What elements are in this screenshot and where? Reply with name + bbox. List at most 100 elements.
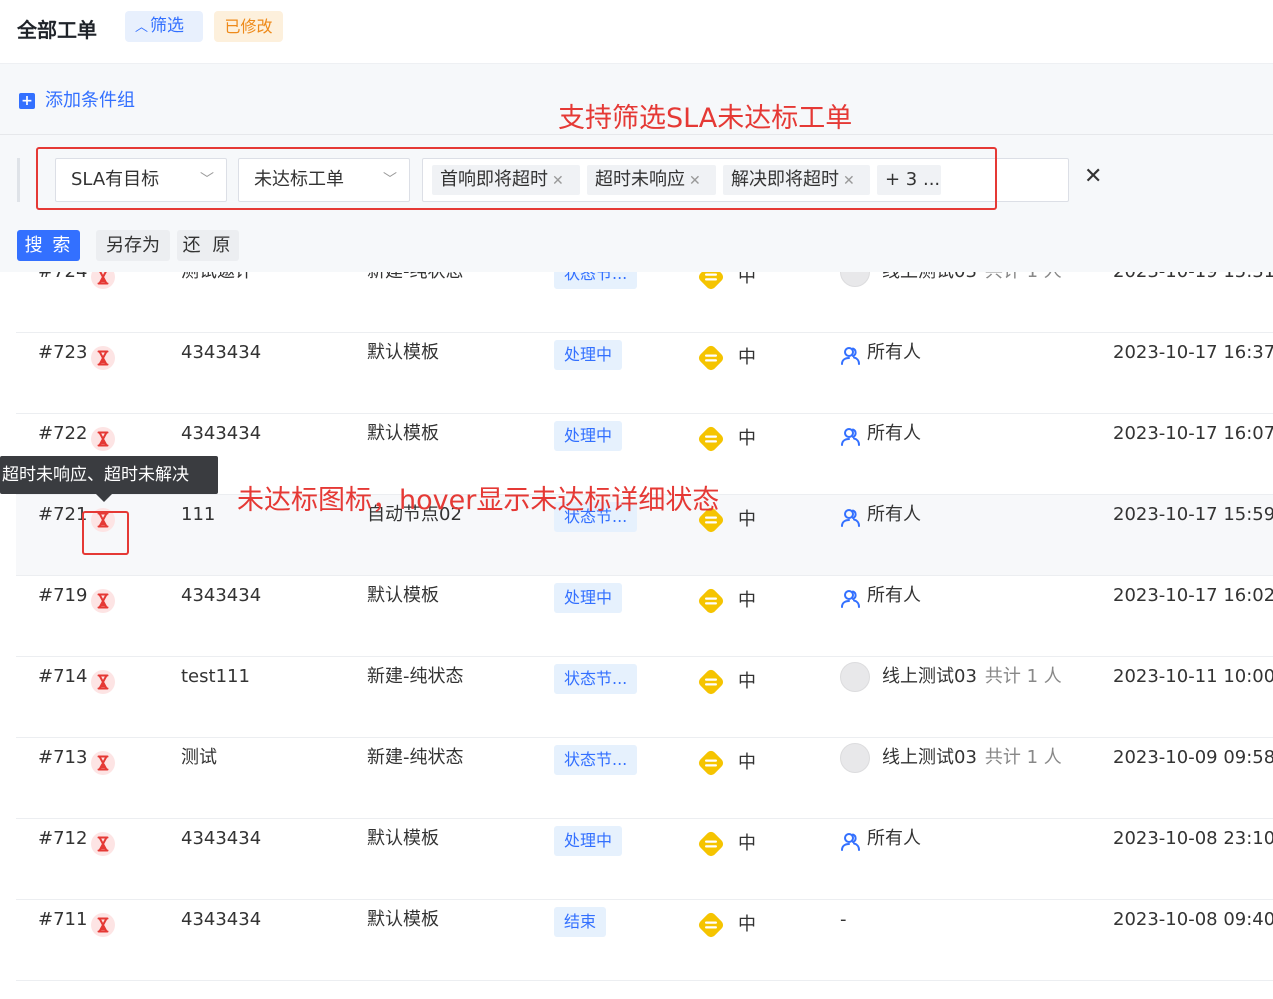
ticket-id[interactable]: #712: [38, 819, 87, 900]
ticket-title[interactable]: 4343434: [181, 900, 261, 981]
ticket-title[interactable]: 4343434: [181, 333, 261, 414]
ticket-id[interactable]: #713: [38, 738, 87, 819]
people-icon: [840, 585, 862, 608]
ticket-title[interactable]: 4343434: [181, 576, 261, 657]
ticket-id[interactable]: #711: [38, 900, 87, 981]
assignee-cell: 线上测试03 共计 1 人: [840, 738, 1062, 819]
assignee-name: 所有人: [867, 828, 921, 849]
priority-medium-icon: [696, 586, 726, 616]
sla-hourglass-icon[interactable]: [91, 912, 115, 937]
priority-medium-icon: [696, 424, 726, 454]
people-icon: [840, 504, 862, 527]
tooltip-arrow: [96, 494, 112, 502]
priority-label: 中: [738, 428, 756, 449]
plus-square-icon: +: [19, 93, 35, 109]
sla-hourglass-icon[interactable]: [91, 669, 115, 694]
status-badge: 处理中: [554, 340, 623, 370]
ticket-template: 默认模板: [367, 585, 439, 606]
status-cell: 结束: [554, 902, 607, 983]
sla-hourglass-icon[interactable]: [91, 345, 115, 370]
ticket-id[interactable]: #714: [38, 657, 87, 738]
assignee-name: -: [840, 909, 847, 930]
ticket-template: 默认模板: [367, 828, 439, 849]
avatar: [840, 743, 870, 773]
priority-medium-icon: [696, 748, 726, 778]
status-cell: 状态节...: [554, 740, 638, 821]
annotation-icon-note: 未达标图标，hover显示未达标详细状态: [237, 485, 720, 516]
assignee-name: 所有人: [867, 342, 921, 363]
sla-tooltip: 超时未响应、超时未解决: [0, 456, 218, 494]
save-as-button[interactable]: 另存为: [96, 230, 170, 261]
annotation-filter-note: 支持筛选SLA未达标工单: [558, 103, 853, 134]
assignee-name: 线上测试03: [882, 747, 977, 768]
created-time: 2023-10-08 09:40:2: [1113, 909, 1273, 930]
restore-button[interactable]: 还 原: [177, 230, 239, 261]
chevron-up-icon: ︿: [135, 20, 149, 35]
priority-label: 中: [738, 671, 756, 692]
ticket-list-page: #724测试邀评新建-纯状态状态节...中线上测试03共计 1 人2023-10…: [0, 0, 1273, 999]
priority-medium-icon: [696, 667, 726, 697]
filter-toggle-label: 筛选: [150, 16, 185, 36]
remove-condition-icon[interactable]: ✕: [1084, 164, 1102, 189]
priority-cell: 中: [696, 819, 756, 859]
ticket-title[interactable]: test111: [181, 657, 250, 738]
status-badge: 处理中: [554, 826, 623, 856]
ticket-template: 默认模板: [367, 909, 439, 930]
assignee-cell: -: [840, 900, 847, 981]
people-icon: [840, 423, 862, 446]
status-cell: 状态节...: [554, 659, 638, 740]
priority-cell: 中: [696, 900, 756, 940]
sla-hourglass-icon[interactable]: [91, 750, 115, 775]
annotation-box-icon: [82, 511, 129, 555]
assignee-name: 所有人: [867, 423, 921, 444]
created-time: 2023-10-17 15:59:0: [1113, 504, 1273, 525]
priority-label: 中: [738, 833, 756, 854]
condition-row-indicator: [17, 158, 20, 202]
priority-medium-icon: [696, 910, 726, 940]
ticket-title[interactable]: 111: [181, 495, 215, 576]
status-badge: 处理中: [554, 421, 623, 451]
people-icon: [840, 828, 862, 851]
priority-label: 中: [738, 509, 756, 530]
created-time: 2023-10-09 09:58:3: [1113, 747, 1273, 768]
ticket-title[interactable]: 测试: [181, 738, 217, 819]
priority-label: 中: [738, 590, 756, 611]
table-row[interactable]: #714 test111 新建-纯状态 状态节... 中 线上测试03 共计 1 人 2023…: [16, 657, 1273, 738]
ticket-template: 新建-纯状态: [367, 666, 464, 687]
assignee-cell: 线上测试03 共计 1 人: [840, 657, 1062, 738]
sla-hourglass-icon[interactable]: [91, 831, 115, 856]
status-badge: 状态节...: [554, 745, 638, 775]
created-time: 2023-10-17 16:07:4: [1113, 423, 1273, 444]
filter-toggle-button[interactable]: ︿ 筛选: [125, 11, 203, 42]
ticket-template: 默认模板: [367, 342, 439, 363]
table-row[interactable]: #719 4343434 默认模板 处理中 中 所有人 2023-10-17 16:02:3: [16, 576, 1273, 657]
avatar: [840, 662, 870, 692]
modified-badge: 已修改: [214, 11, 283, 42]
table-row[interactable]: #712 4343434 默认模板 处理中 中 所有人 2023-10-08 23:10:0: [16, 819, 1273, 900]
ticket-title[interactable]: 4343434: [181, 819, 261, 900]
priority-cell: 中: [696, 414, 756, 454]
sla-hourglass-icon[interactable]: [91, 426, 115, 451]
assignee-cell: 所有人: [840, 333, 921, 414]
table-row[interactable]: #713 测试 新建-纯状态 状态节... 中 线上测试03 共计 1 人 2023-10-0…: [16, 738, 1273, 819]
sla-hourglass-icon[interactable]: [91, 588, 115, 613]
priority-label: 中: [738, 752, 756, 773]
ticket-id[interactable]: #723: [38, 333, 87, 414]
ticket-id[interactable]: #719: [38, 576, 87, 657]
ticket-id[interactable]: #721: [38, 495, 87, 576]
page-header: 全部工单 ︿ 筛选 已修改: [0, 0, 1273, 64]
assignee-count: 共计 1 人: [984, 747, 1062, 768]
table-row[interactable]: #723 4343434 默认模板 处理中 中 所有人 2023-10-17 16:37:4: [16, 333, 1273, 414]
assignee-cell: 所有人: [840, 819, 921, 900]
created-time: 2023-10-17 16:02:3: [1113, 585, 1273, 606]
add-condition-group-button[interactable]: + 添加条件组: [19, 86, 135, 112]
search-button[interactable]: 搜 索: [17, 230, 80, 261]
status-badge: 处理中: [554, 583, 623, 613]
assignee-cell: 所有人: [840, 495, 921, 576]
priority-cell: 中: [696, 576, 756, 616]
assignee-name: 线上测试03: [882, 666, 977, 687]
page-title: 全部工单: [17, 18, 97, 42]
created-time: 2023-10-11 10:00:3: [1113, 666, 1273, 687]
table-row[interactable]: #711 4343434 默认模板 结束 中 - 2023-10-08 09:40:2: [16, 900, 1273, 981]
priority-label: 中: [738, 914, 756, 935]
